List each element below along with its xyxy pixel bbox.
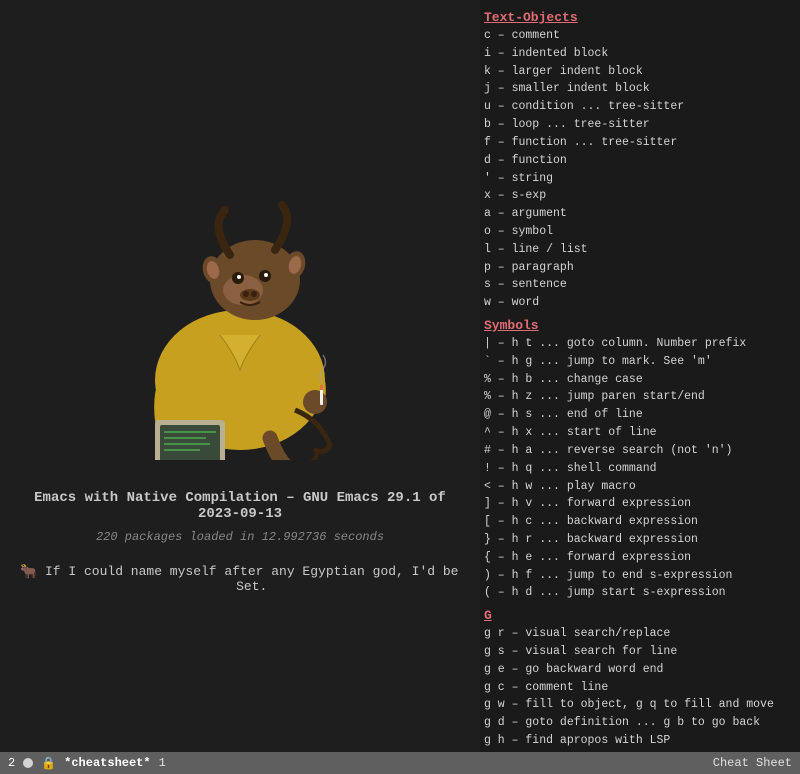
key-item: b – loop ... tree-sitter xyxy=(484,116,794,134)
status-lock-icon: 🔒 xyxy=(41,756,56,771)
key-item: g r – visual search/replace xyxy=(484,625,794,643)
status-buf-num2: 1 xyxy=(159,756,166,770)
key-item: g d – goto definition ... g b to go back xyxy=(484,714,794,732)
key-item: g s – visual search for line xyxy=(484,643,794,661)
key-item: u – condition ... tree-sitter xyxy=(484,98,794,116)
key-item: l – line / list xyxy=(484,241,794,259)
key-item: i – indented block xyxy=(484,45,794,63)
left-panel: Emacs with Native Compilation – GNU Emac… xyxy=(0,0,480,774)
key-item: p – paragraph xyxy=(484,259,794,277)
key-item: @ – h s ... end of line xyxy=(484,406,794,424)
gnu-mascot xyxy=(110,180,370,460)
key-item: ( – h d ... jump start s-expression xyxy=(484,584,794,602)
emacs-title: Emacs with Native Compilation – GNU Emac… xyxy=(20,490,460,522)
key-item: % – h z ... jump paren start/end xyxy=(484,388,794,406)
key-item: { – h e ... forward expression xyxy=(484,549,794,567)
key-item: ' – string xyxy=(484,170,794,188)
key-item: g e – go backward word end xyxy=(484,661,794,679)
key-item: w – word xyxy=(484,294,794,312)
section-header-text-objects: Text-Objects xyxy=(484,10,794,25)
key-item: | – h t ... goto column. Number prefix xyxy=(484,335,794,353)
key-item: % – h b ... change case xyxy=(484,371,794,389)
key-item: ^ – h x ... start of line xyxy=(484,424,794,442)
key-item: o – symbol xyxy=(484,223,794,241)
quote-text: If I could name myself after any Egyptia… xyxy=(43,564,460,594)
key-item: k – larger indent block xyxy=(484,63,794,81)
status-bar: 2 🔒 *cheatsheet* 1 Cheat Sheet xyxy=(0,752,800,774)
key-item: # – h a ... reverse search (not 'n') xyxy=(484,442,794,460)
key-item: < – h w ... play macro xyxy=(484,478,794,496)
section-header-symbols: Symbols xyxy=(484,318,794,333)
key-item: j – smaller indent block xyxy=(484,80,794,98)
status-buffer-num: 2 xyxy=(8,756,15,770)
key-item: s – sentence xyxy=(484,276,794,294)
key-item: x – s-exp xyxy=(484,187,794,205)
key-item: d – function xyxy=(484,152,794,170)
key-item: [ – h c ... backward expression xyxy=(484,513,794,531)
key-item: } – h r ... backward expression xyxy=(484,531,794,549)
status-right-label: Cheat Sheet xyxy=(713,756,792,770)
right-panel[interactable]: Text-Objects c – commenti – indented bloc… xyxy=(480,0,800,774)
key-item: ! – h q ... shell command xyxy=(484,460,794,478)
key-item: f – function ... tree-sitter xyxy=(484,134,794,152)
key-item: a – argument xyxy=(484,205,794,223)
key-item: g h – find apropos with LSP xyxy=(484,732,794,750)
key-item: c – comment xyxy=(484,27,794,45)
quote-icon: 🐂 xyxy=(20,564,37,581)
key-item: ` – h g ... jump to mark. See 'm' xyxy=(484,353,794,371)
quote-line: 🐂 If I could name myself after any Egypt… xyxy=(20,564,460,594)
status-buffer-name: *cheatsheet* xyxy=(64,756,150,770)
key-item: g w – fill to object, g q to fill and mo… xyxy=(484,696,794,714)
status-dot xyxy=(23,758,33,768)
key-item: ) – h f ... jump to end s-expression xyxy=(484,567,794,585)
section-header-g-section: G xyxy=(484,608,794,623)
packages-line: 220 packages loaded in 12.992736 seconds xyxy=(96,530,384,544)
key-item: ] – h v ... forward expression xyxy=(484,495,794,513)
key-item: g c – comment line xyxy=(484,679,794,697)
